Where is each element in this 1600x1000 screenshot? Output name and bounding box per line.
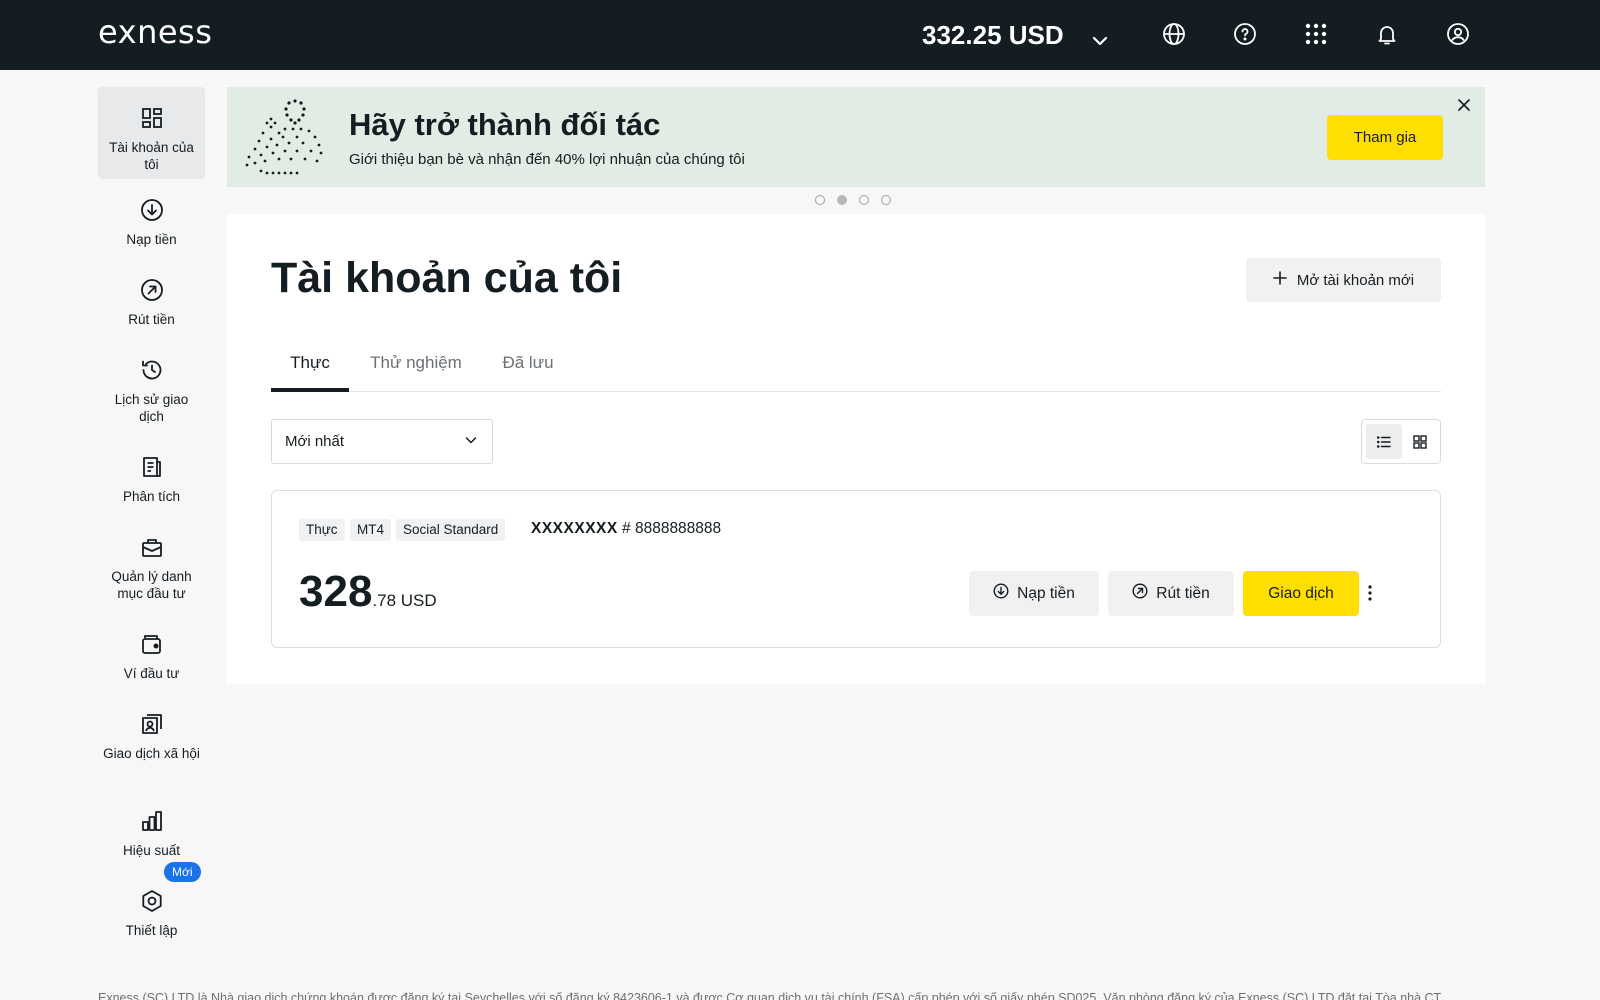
open-new-account-label: Mở tài khoản mới	[1296, 271, 1415, 289]
withdraw-label: Rút tiền	[1156, 584, 1210, 602]
dashboard-icon	[139, 105, 165, 131]
top-bar: exness 332.25 USD	[0, 0, 1600, 70]
partner-illustration	[243, 97, 327, 177]
page-title: Tài khoản của tôi	[271, 254, 623, 302]
sidebar-item-label: Thiết lập	[125, 923, 178, 938]
sidebar-item-label: Giao dịch xã hội	[103, 746, 200, 761]
sidebar-item-history[interactable]: Lịch sử giao dịch	[98, 339, 205, 436]
sidebar-item-deposit[interactable]: Nạp tiền	[98, 179, 205, 259]
banner-pagination	[815, 195, 891, 205]
trade-button[interactable]: Giao dịch	[1243, 571, 1359, 616]
user-icon[interactable]	[1444, 20, 1472, 48]
sidebar-item-label: Nạp tiền	[126, 232, 177, 247]
sidebar: Tài khoản của tôi Nạp tiền Rút tiền Lịch…	[98, 87, 205, 950]
plus-icon	[1273, 271, 1287, 289]
withdraw-icon	[139, 277, 165, 303]
pagination-dot[interactable]	[859, 195, 869, 205]
grid-view-icon[interactable]	[1402, 424, 1438, 459]
pagination-dot[interactable]	[881, 195, 891, 205]
analytics-icon	[139, 454, 165, 480]
social-trading-icon	[139, 711, 165, 737]
sidebar-item-label: Hiệu suất	[122, 843, 181, 858]
apps-grid-icon[interactable]	[1302, 20, 1330, 48]
deposit-icon	[993, 583, 1009, 604]
sidebar-item-label: Phân tích	[122, 489, 181, 504]
sidebar-item-label: Tài khoản của tôi	[109, 140, 194, 172]
account-number: XXXXXXXX # 8888888888	[531, 518, 721, 540]
sidebar-item-withdraw[interactable]: Rút tiền	[98, 259, 205, 339]
close-icon[interactable]	[1454, 95, 1474, 115]
banner-subtitle: Giới thiệu bạn bè và nhận đến 40% lợi nh…	[349, 151, 745, 168]
new-badge: Mới	[164, 862, 201, 882]
portfolio-icon	[139, 534, 165, 560]
sidebar-item-performance[interactable]: Hiệu suất	[98, 790, 205, 870]
list-view-icon[interactable]	[1366, 424, 1402, 459]
wallet-icon	[139, 631, 165, 657]
account-type-tabs: Thực Thử nghiệm Đã lưu	[271, 344, 1441, 392]
partner-banner: Hãy trở thành đối tác Giới thiệu bạn bè …	[227, 87, 1485, 187]
pagination-dot[interactable]	[815, 195, 825, 205]
sidebar-item-analytics[interactable]: Phân tích	[98, 436, 205, 516]
chevron-down-icon	[464, 433, 478, 451]
balance-value: 332.25 USD	[922, 20, 1064, 50]
sidebar-item-label: Rút tiền	[128, 312, 175, 327]
tab-demo[interactable]: Thử nghiệm	[366, 344, 466, 392]
withdraw-button[interactable]: Rút tiền	[1108, 571, 1234, 616]
balance-decimal: .78 USD	[372, 591, 437, 610]
sidebar-item-label: Lịch sử giao dịch	[114, 392, 189, 424]
sort-selected-value: Mới nhất	[285, 433, 345, 450]
sidebar-item-label: Ví đầu tư	[123, 666, 180, 681]
account-tag-account-type: Social Standard	[396, 519, 506, 541]
account-balance: 328.78 USD	[299, 567, 437, 627]
balance-selector[interactable]: 332.25 USD	[922, 18, 1110, 52]
account-tag-type: Thực	[299, 519, 345, 541]
tab-archived[interactable]: Đã lưu	[500, 344, 556, 392]
pagination-dot-active[interactable]	[837, 195, 847, 205]
history-icon	[139, 357, 165, 383]
balance-integer: 328	[299, 567, 373, 616]
join-button[interactable]: Tham gia	[1327, 115, 1443, 160]
exness-logo[interactable]: exness	[98, 14, 212, 50]
chevron-down-icon	[1090, 25, 1110, 46]
account-number-value: # 8888888888	[622, 520, 722, 537]
sidebar-item-my-accounts[interactable]: Tài khoản của tôi	[98, 87, 205, 179]
account-card[interactable]: Thực MT4 Social Standard XXXXXXXX # 8888…	[271, 490, 1441, 648]
sidebar-item-wallet[interactable]: Ví đầu tư	[98, 613, 205, 693]
sidebar-item-settings[interactable]: Mới Thiết lập	[98, 862, 205, 950]
tab-real[interactable]: Thực	[271, 344, 349, 392]
sort-dropdown[interactable]: Mới nhất	[271, 419, 493, 464]
help-icon[interactable]	[1231, 20, 1259, 48]
legal-footer: Exness (SC) LTD là Nhà giao dịch chứng k…	[98, 991, 1442, 1000]
sidebar-item-portfolio[interactable]: Quản lý danh mục đầu tư	[98, 516, 205, 613]
sidebar-item-label: Quản lý danh mục đầu tư	[111, 569, 192, 601]
more-options-icon[interactable]	[1358, 581, 1382, 605]
banner-title: Hãy trở thành đối tác	[349, 107, 661, 142]
deposit-button[interactable]: Nạp tiền	[969, 571, 1099, 616]
globe-icon[interactable]	[1160, 20, 1188, 48]
performance-icon	[139, 808, 165, 834]
account-tag-platform: MT4	[350, 519, 391, 541]
settings-icon	[139, 888, 165, 914]
account-name-masked: XXXXXXXX	[531, 520, 618, 537]
withdraw-icon	[1132, 583, 1148, 604]
deposit-icon	[139, 197, 165, 223]
deposit-label: Nạp tiền	[1017, 584, 1075, 602]
view-mode-toggle	[1361, 419, 1441, 464]
bell-icon[interactable]	[1373, 20, 1401, 48]
sidebar-item-social-trading[interactable]: Giao dịch xã hội	[98, 693, 205, 790]
accounts-panel: Tài khoản của tôi Mở tài khoản mới Thực …	[227, 214, 1485, 684]
open-new-account-button[interactable]: Mở tài khoản mới	[1246, 258, 1441, 302]
